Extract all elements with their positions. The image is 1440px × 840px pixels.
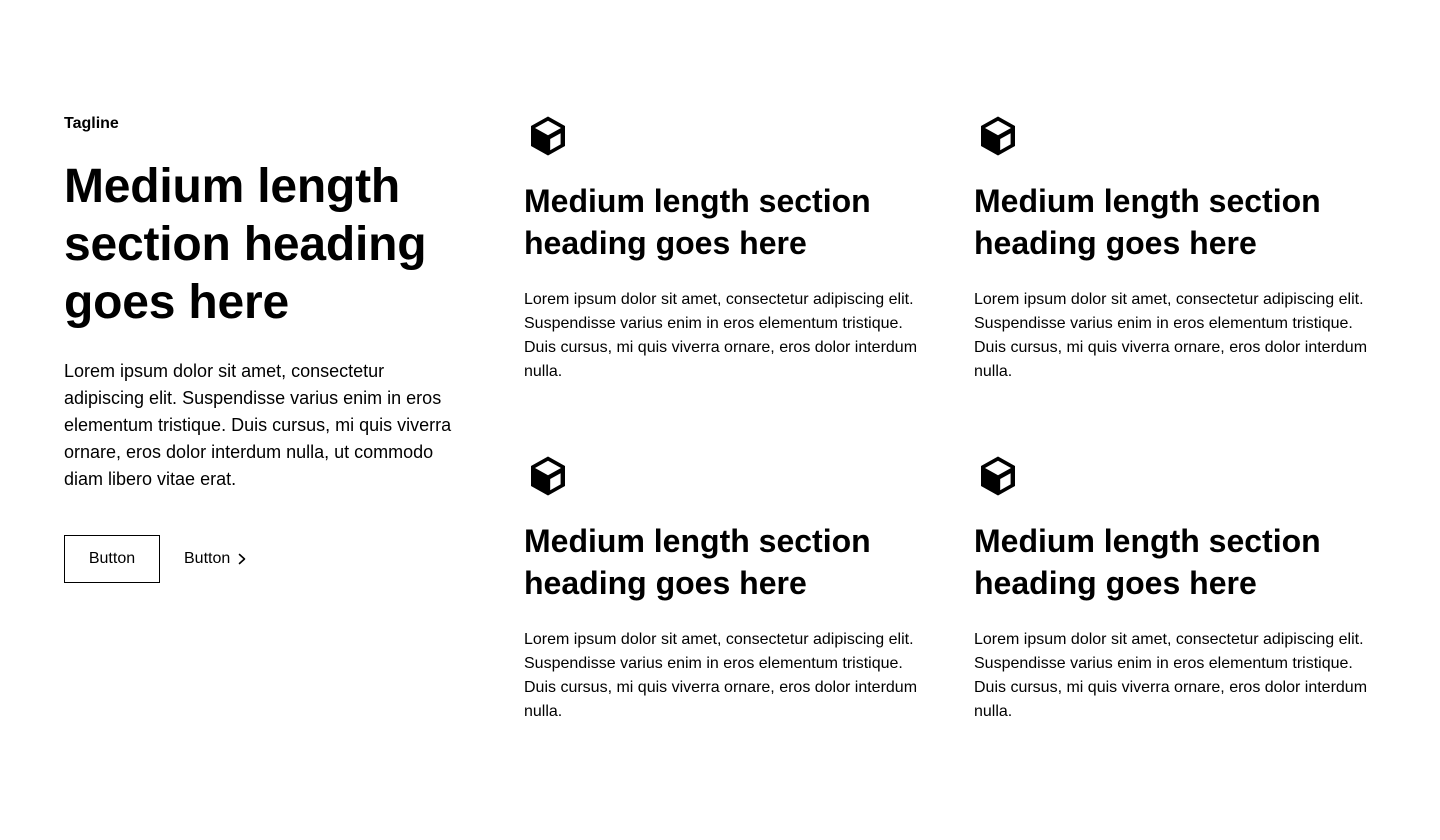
feature-card: Medium length section heading goes here … <box>524 452 924 724</box>
cube-icon <box>524 452 924 500</box>
feature-heading: Medium length section heading goes here <box>524 183 871 261</box>
tagline: Tagline <box>64 115 119 132</box>
cube-icon <box>974 112 1374 160</box>
cube-icon <box>974 452 1374 500</box>
link-button-label: Button <box>184 550 231 567</box>
feature-heading: Medium length section heading goes here <box>974 183 1321 261</box>
primary-button[interactable]: Button <box>64 535 160 583</box>
link-button[interactable]: Button <box>184 550 248 568</box>
feature-card: Medium length section heading goes here … <box>524 112 924 384</box>
feature-description: Lorem ipsum dolor sit amet, consectetur … <box>524 631 918 720</box>
chevron-right-icon <box>236 552 248 566</box>
cube-icon <box>524 112 924 160</box>
feature-description: Lorem ipsum dolor sit amet, consectetur … <box>974 291 1368 380</box>
intro-column: Tagline Medium length section heading go… <box>64 112 454 583</box>
action-buttons: Button Button <box>64 535 454 583</box>
section-heading: Medium length section heading goes here <box>64 160 427 329</box>
feature-heading: Medium length section heading goes here <box>524 523 871 601</box>
feature-section: Tagline Medium length section heading go… <box>0 0 1440 840</box>
feature-description: Lorem ipsum dolor sit amet, consectetur … <box>524 291 918 380</box>
feature-card: Medium length section heading goes here … <box>974 112 1374 384</box>
feature-card: Medium length section heading goes here … <box>974 452 1374 724</box>
feature-description: Lorem ipsum dolor sit amet, consectetur … <box>974 631 1368 720</box>
section-description: Lorem ipsum dolor sit amet, consectetur … <box>64 361 452 489</box>
feature-heading: Medium length section heading goes here <box>974 523 1321 601</box>
